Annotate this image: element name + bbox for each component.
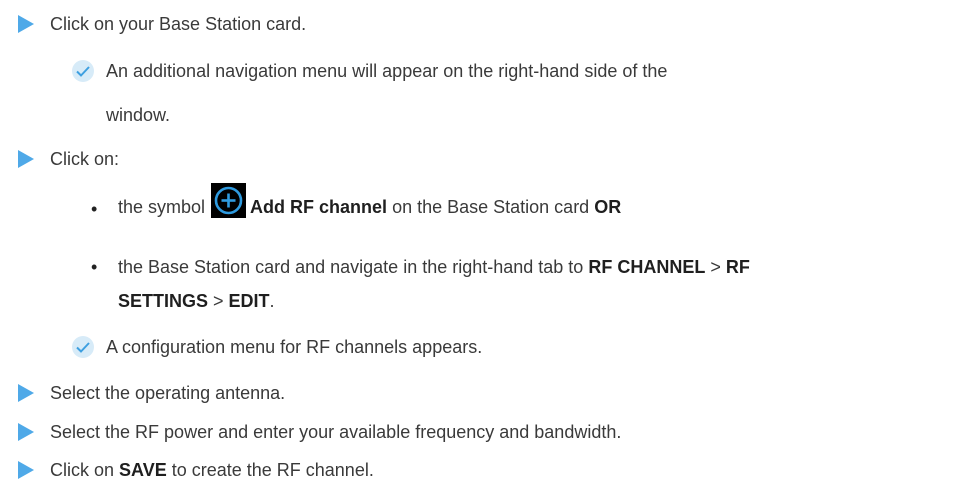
bullet-2-end: . bbox=[269, 291, 275, 311]
bullet-2-sep-2: > bbox=[213, 291, 224, 311]
step-4: Select the RF power and enter your avail… bbox=[18, 420, 621, 444]
play-triangle-icon bbox=[18, 384, 34, 402]
play-triangle-icon bbox=[18, 15, 34, 33]
checkmark-icon bbox=[72, 336, 94, 358]
bullet-dot: • bbox=[91, 199, 98, 219]
result-2: A configuration menu for RF channels app… bbox=[106, 335, 482, 359]
result-1-text: An additional navigation menu will appea… bbox=[106, 61, 668, 81]
bullet-1-mid: on the Base Station card bbox=[392, 197, 590, 217]
bullet-1: the symbol Add RF channel on the Base St… bbox=[118, 182, 622, 227]
bullet-2-line-1: the Base Station card and navigate in th… bbox=[118, 255, 750, 279]
bullet-2-bold-3: SETTINGS bbox=[118, 291, 209, 311]
bullet-1-bold-2: OR bbox=[594, 197, 622, 217]
play-triangle-icon bbox=[18, 150, 34, 168]
bullet-2-bold-4: EDIT bbox=[228, 291, 270, 311]
step-1: Click on your Base Station card. bbox=[18, 12, 306, 36]
bullet-2-pre: the Base Station card and navigate in th… bbox=[118, 257, 584, 277]
step-2-text: Click on: bbox=[50, 149, 120, 169]
bullet-dot: • bbox=[91, 257, 98, 277]
play-triangle-icon bbox=[18, 423, 34, 441]
step-5-pre: Click on bbox=[50, 460, 115, 480]
result-1-text-cont: window. bbox=[106, 105, 171, 125]
step-5-bold: SAVE bbox=[119, 460, 167, 480]
step-5: Click on SAVE to create the RF channel. bbox=[18, 458, 374, 482]
result-2-text: A configuration menu for RF channels app… bbox=[106, 337, 483, 357]
bullet-2-line-2: SETTINGS > EDIT . bbox=[118, 289, 275, 313]
bullet-2-bold-1: RF CHANNEL bbox=[588, 257, 706, 277]
bullet-2-sep-1: > bbox=[710, 257, 721, 277]
bullet-1-pre: the symbol bbox=[118, 197, 206, 217]
step-5-post: to create the RF channel. bbox=[171, 460, 374, 480]
step-2: Click on: bbox=[18, 147, 119, 171]
step-3-text: Select the operating antenna. bbox=[50, 383, 286, 403]
step-3: Select the operating antenna. bbox=[18, 381, 285, 405]
play-triangle-icon bbox=[18, 461, 34, 479]
add-circle-icon bbox=[211, 182, 247, 218]
result-1-line-2: window. bbox=[106, 103, 170, 127]
result-1-line-1: An additional navigation menu will appea… bbox=[106, 59, 667, 83]
step-4-text: Select the RF power and enter your avail… bbox=[50, 422, 622, 442]
bullet-2-bold-2: RF bbox=[725, 257, 750, 277]
bullet-1-bold-1: Add RF channel bbox=[250, 197, 388, 217]
checkmark-icon bbox=[72, 60, 94, 82]
step-1-text: Click on your Base Station card. bbox=[50, 14, 307, 34]
instruction-page: Click on your Base Station card. An addi… bbox=[0, 0, 973, 490]
